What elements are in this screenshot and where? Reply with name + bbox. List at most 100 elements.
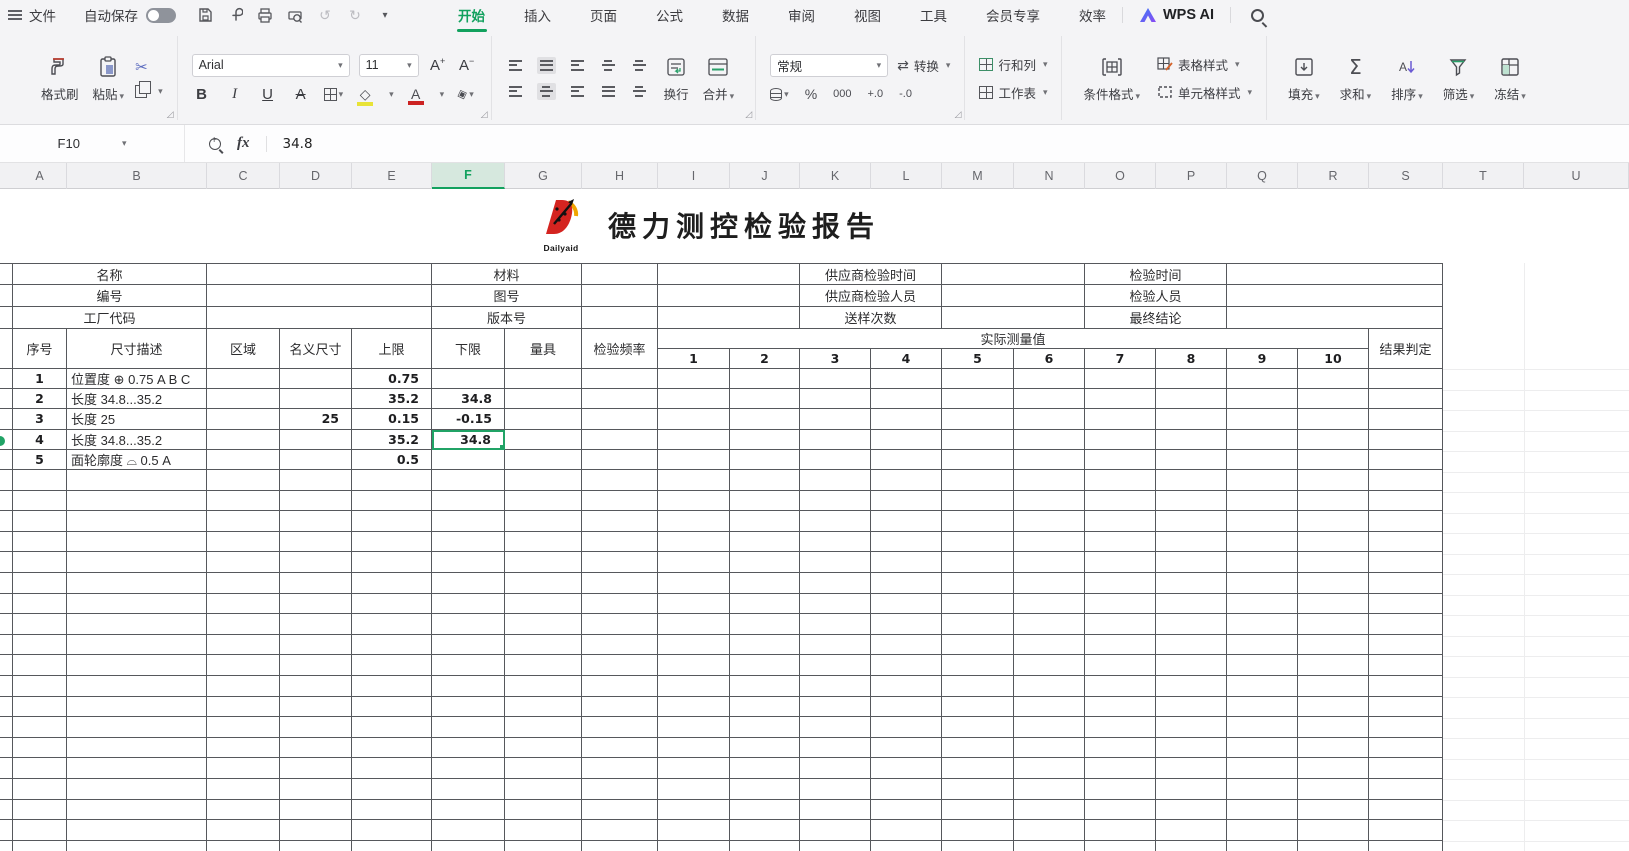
measure-cell[interactable] — [730, 430, 800, 450]
empty-cell[interactable] — [582, 511, 658, 532]
empty-cell[interactable] — [352, 552, 432, 573]
empty-cell[interactable] — [658, 697, 730, 718]
search-icon[interactable] — [1251, 9, 1264, 22]
print-preview-icon[interactable] — [285, 6, 305, 24]
empty-cell[interactable] — [1298, 532, 1369, 553]
empty-cell[interactable] — [730, 800, 800, 821]
row-no-cell[interactable]: 3 — [13, 409, 67, 429]
measure-cell[interactable] — [1298, 409, 1369, 429]
empty-cell[interactable] — [67, 717, 207, 738]
tab-开始[interactable]: 开始 — [458, 0, 485, 31]
empty-cell[interactable] — [1014, 594, 1085, 615]
copy-caret[interactable]: ▾ — [158, 86, 163, 97]
empty-cell[interactable] — [871, 594, 942, 615]
empty-cell[interactable] — [1014, 614, 1085, 635]
empty-cell[interactable] — [800, 552, 871, 573]
empty-cell[interactable] — [1085, 717, 1156, 738]
empty-cell[interactable] — [1156, 552, 1227, 573]
empty-cell[interactable] — [505, 614, 582, 635]
empty-cell[interactable] — [280, 635, 352, 656]
empty-cell[interactable] — [1156, 532, 1227, 553]
empty-cell[interactable] — [1298, 738, 1369, 759]
edge-cell[interactable] — [0, 614, 13, 635]
empty-cell[interactable] — [1014, 758, 1085, 779]
empty-cell[interactable] — [432, 820, 505, 841]
empty-cell[interactable] — [800, 491, 871, 512]
sum-button[interactable]: Σ 求和▾ — [1333, 50, 1379, 107]
gauge-cell[interactable] — [505, 430, 582, 450]
empty-cell[interactable] — [67, 841, 207, 851]
measure-cell[interactable] — [942, 389, 1014, 409]
empty-cell[interactable] — [505, 491, 582, 512]
empty-cell[interactable] — [658, 758, 730, 779]
header-result[interactable]: 结果判定 — [1369, 329, 1443, 369]
empty-cell[interactable] — [1298, 573, 1369, 594]
empty-cell[interactable] — [1014, 697, 1085, 718]
empty-cell[interactable] — [730, 820, 800, 841]
empty-cell[interactable] — [1085, 676, 1156, 697]
header-cell[interactable]: 名义尺寸 — [280, 329, 352, 369]
empty-cell[interactable] — [432, 470, 505, 491]
tab-效率[interactable]: 效率 — [1079, 0, 1106, 31]
empty-cell[interactable] — [67, 779, 207, 800]
upper-limit-cell[interactable]: 0.15 — [352, 409, 432, 429]
empty-cell[interactable] — [658, 820, 730, 841]
empty-cell[interactable] — [658, 594, 730, 615]
empty-cell[interactable] — [942, 676, 1014, 697]
empty-cell[interactable] — [871, 758, 942, 779]
empty-cell[interactable] — [1085, 820, 1156, 841]
empty-cell[interactable] — [942, 552, 1014, 573]
empty-cell[interactable] — [1085, 532, 1156, 553]
tab-插入[interactable]: 插入 — [524, 0, 551, 31]
empty-cell[interactable] — [13, 491, 67, 512]
empty-cell[interactable] — [1369, 655, 1443, 676]
info-value[interactable] — [942, 263, 1085, 285]
empty-cell[interactable] — [658, 841, 730, 851]
empty-cell[interactable] — [800, 655, 871, 676]
empty-cell[interactable] — [658, 635, 730, 656]
convert-button[interactable]: ⇄ 转换▾ — [897, 56, 950, 75]
empty-cell[interactable] — [280, 779, 352, 800]
empty-cell[interactable] — [280, 820, 352, 841]
worksheet-button[interactable]: 工作表▾ — [979, 83, 1047, 102]
info-value[interactable] — [207, 285, 432, 307]
empty-cell[interactable] — [1227, 614, 1298, 635]
empty-cell[interactable] — [1298, 758, 1369, 779]
empty-cell[interactable] — [942, 697, 1014, 718]
empty-cell[interactable] — [800, 841, 871, 851]
column-header-B[interactable]: B — [67, 163, 207, 189]
empty-cell[interactable] — [1298, 779, 1369, 800]
area-cell[interactable] — [207, 430, 280, 450]
freq-cell[interactable] — [582, 430, 658, 450]
edge-cell[interactable] — [0, 470, 13, 491]
measure-cell[interactable] — [871, 389, 942, 409]
edge-cell[interactable] — [0, 511, 13, 532]
column-header-U[interactable]: U — [1524, 163, 1629, 189]
empty-cell[interactable] — [658, 717, 730, 738]
empty-cell[interactable] — [1227, 758, 1298, 779]
empty-cell[interactable] — [505, 655, 582, 676]
empty-cell[interactable] — [730, 614, 800, 635]
gauge-cell[interactable] — [505, 450, 582, 470]
empty-cell[interactable] — [1085, 800, 1156, 821]
result-cell[interactable] — [1369, 389, 1443, 409]
upper-limit-cell[interactable]: 35.2 — [352, 389, 432, 409]
column-header-C[interactable]: C — [207, 163, 280, 189]
header-measure-col[interactable]: 4 — [871, 349, 942, 369]
edge-cell[interactable] — [0, 329, 13, 369]
measure-cell[interactable] — [871, 450, 942, 470]
empty-cell[interactable] — [1298, 491, 1369, 512]
empty-cell[interactable] — [352, 738, 432, 759]
number-format-select[interactable]: 常规▾ — [770, 54, 888, 77]
empty-cell[interactable] — [432, 552, 505, 573]
empty-cell[interactable] — [1369, 635, 1443, 656]
empty-cell[interactable] — [1156, 573, 1227, 594]
header-measure-col[interactable]: 5 — [942, 349, 1014, 369]
empty-cell[interactable] — [352, 594, 432, 615]
empty-cell[interactable] — [1298, 614, 1369, 635]
empty-cell[interactable] — [67, 511, 207, 532]
measure-cell[interactable] — [1298, 430, 1369, 450]
empty-cell[interactable] — [871, 800, 942, 821]
empty-cell[interactable] — [730, 676, 800, 697]
empty-cell[interactable] — [1227, 552, 1298, 573]
